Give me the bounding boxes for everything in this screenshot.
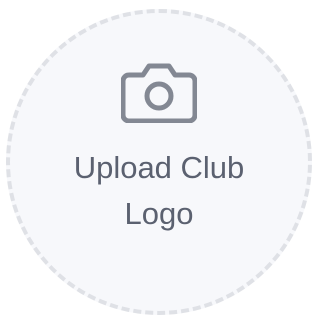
upload-label: Upload Club Logo: [73, 150, 245, 231]
upload-club-logo-button[interactable]: Upload Club Logo: [6, 9, 312, 315]
camera-icon: [120, 61, 198, 124]
